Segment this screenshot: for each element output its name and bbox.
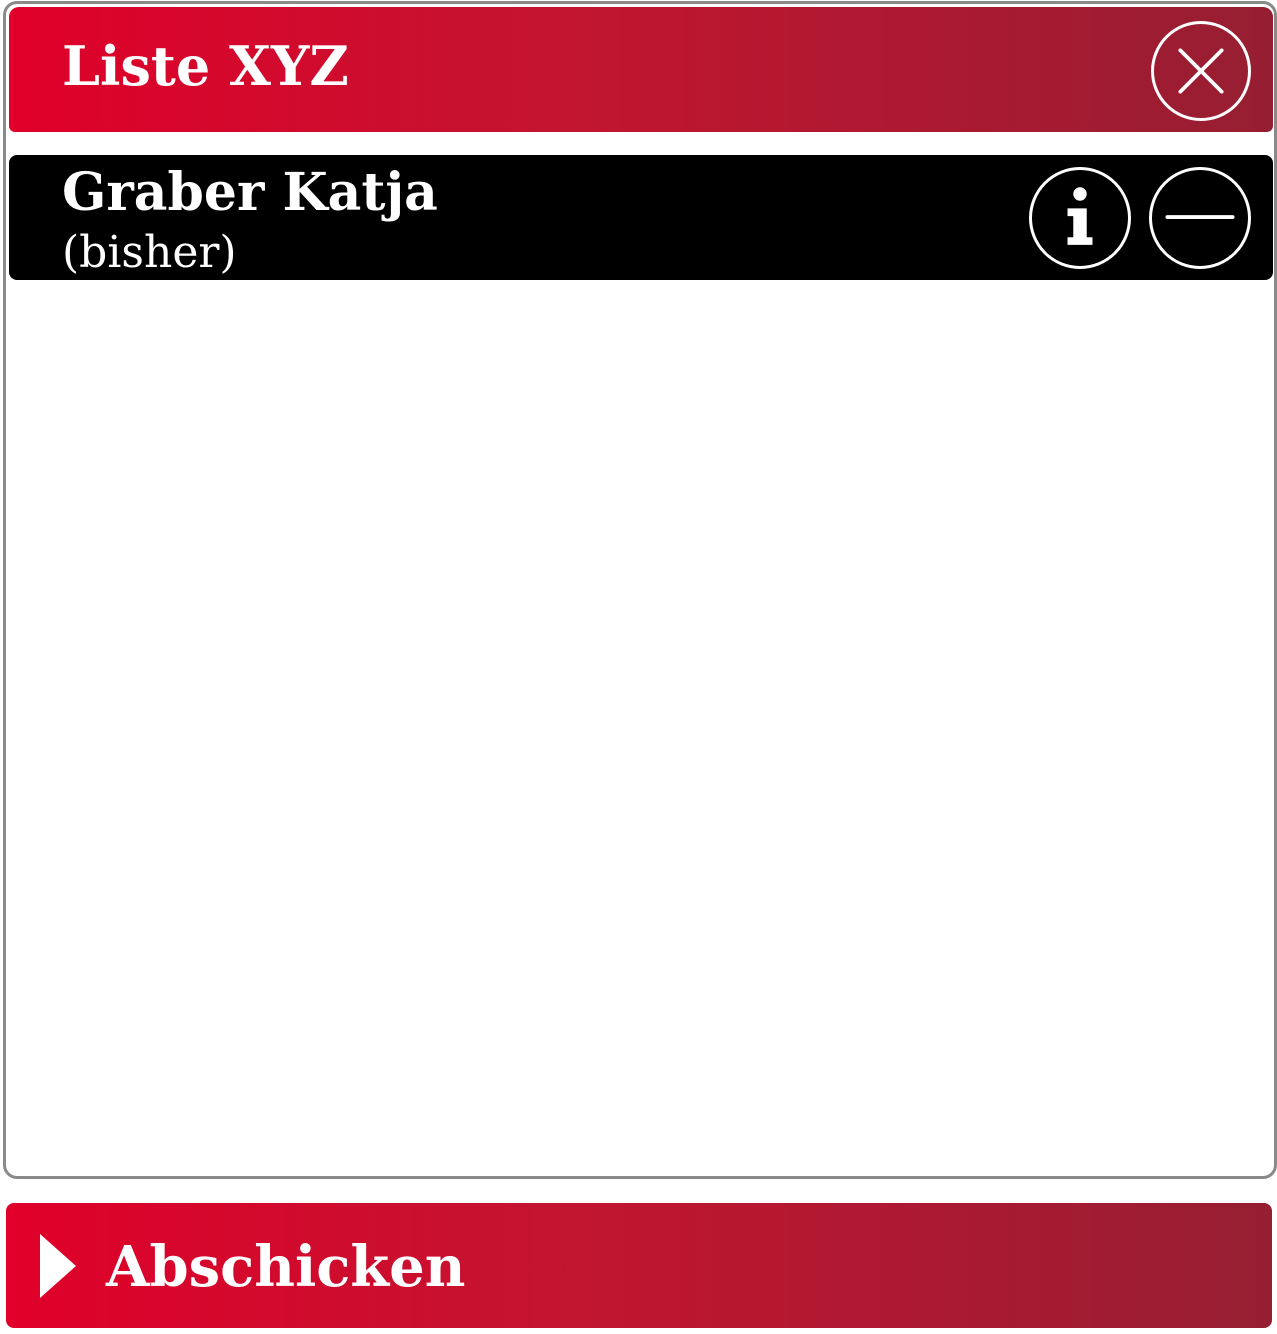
list-item[interactable]: Graber Katja (bisher) <box>9 155 1273 280</box>
list-item-name: Graber Katja <box>62 162 438 223</box>
minus-icon <box>1165 215 1235 219</box>
info-button[interactable] <box>1029 167 1131 269</box>
remove-button[interactable] <box>1149 167 1251 269</box>
list-item-status: (bisher) <box>62 227 237 278</box>
close-icon <box>1178 48 1224 94</box>
dialog-header: Liste XYZ <box>9 7 1273 132</box>
list-dialog: Liste XYZ Graber Katja (bisher) <box>3 1 1277 1179</box>
info-icon <box>1067 187 1093 245</box>
submit-button-label: Abschicken <box>106 1234 466 1300</box>
submit-button[interactable]: Abschicken <box>6 1203 1272 1328</box>
play-icon <box>40 1234 76 1298</box>
dialog-title: Liste XYZ <box>62 34 349 98</box>
close-button[interactable] <box>1151 21 1251 121</box>
